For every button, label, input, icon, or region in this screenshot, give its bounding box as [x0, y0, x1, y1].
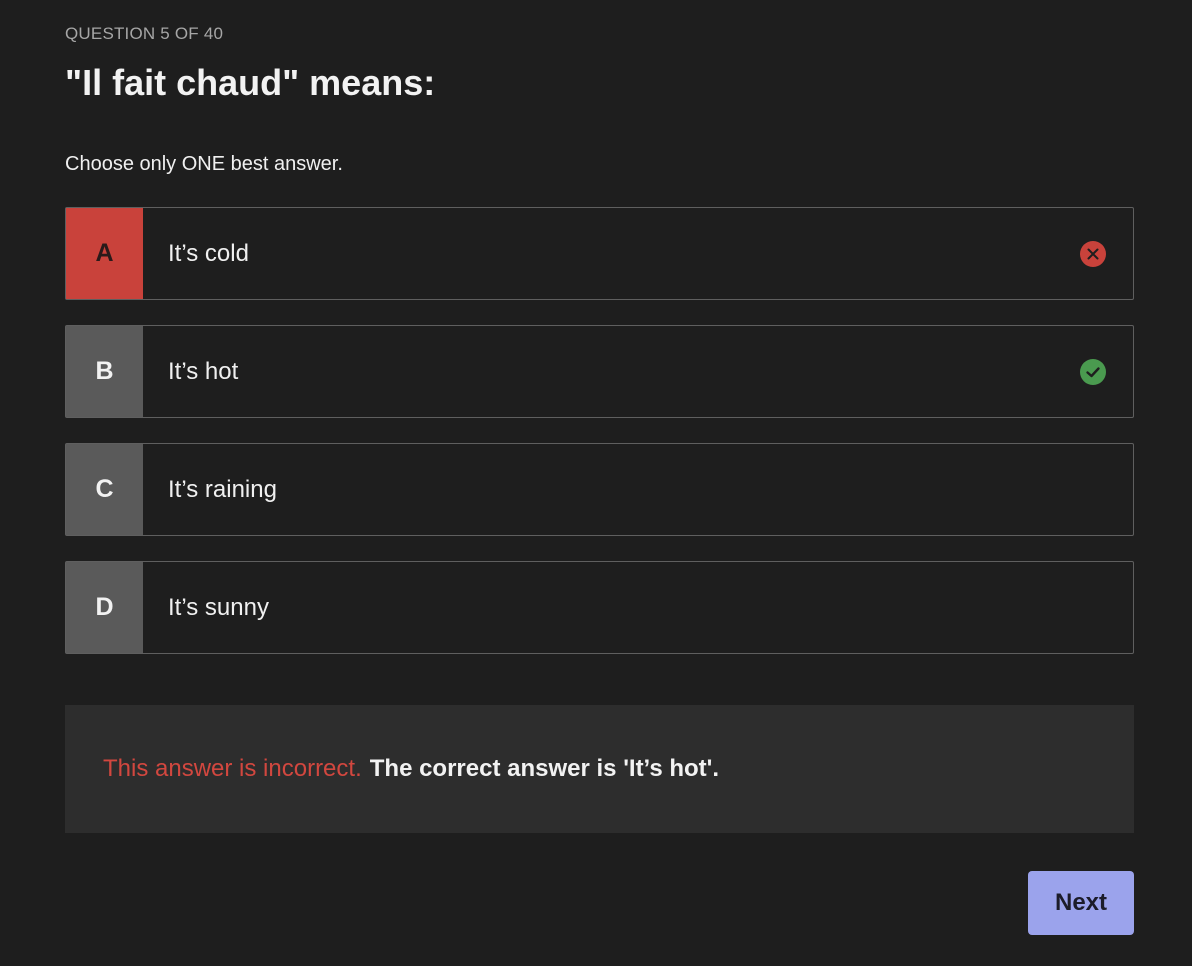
- option-d[interactable]: D It’s sunny: [65, 561, 1134, 654]
- option-letter: B: [66, 326, 143, 417]
- option-text: It’s cold: [168, 239, 249, 267]
- feedback-panel: This answer is incorrect. The correct an…: [65, 705, 1134, 833]
- feedback-status: This answer is incorrect.: [103, 755, 362, 782]
- option-c[interactable]: C It’s raining: [65, 443, 1134, 536]
- option-a[interactable]: A It’s cold: [65, 207, 1134, 300]
- quiz-page: QUESTION 5 OF 40 "Il fait chaud" means: …: [0, 0, 1192, 966]
- option-text: It’s raining: [168, 475, 277, 503]
- next-button[interactable]: Next: [1028, 871, 1134, 935]
- question-title: "Il fait chaud" means:: [65, 62, 436, 103]
- x-circle-icon: [1080, 240, 1106, 267]
- option-letter: C: [66, 444, 143, 535]
- question-counter: QUESTION 5 OF 40: [65, 24, 224, 43]
- feedback-message: The correct answer is 'It’s hot'.: [369, 755, 720, 782]
- check-circle-icon: [1080, 358, 1106, 385]
- option-text: It’s hot: [168, 357, 239, 385]
- option-text: It’s sunny: [168, 593, 269, 621]
- option-letter: A: [66, 208, 143, 299]
- option-b[interactable]: B It’s hot: [65, 325, 1134, 418]
- option-letter: D: [66, 562, 143, 653]
- answer-options: A It’s cold B It’s hot C It’s raining D …: [65, 207, 1134, 679]
- instruction-text: Choose only ONE best answer.: [65, 153, 343, 175]
